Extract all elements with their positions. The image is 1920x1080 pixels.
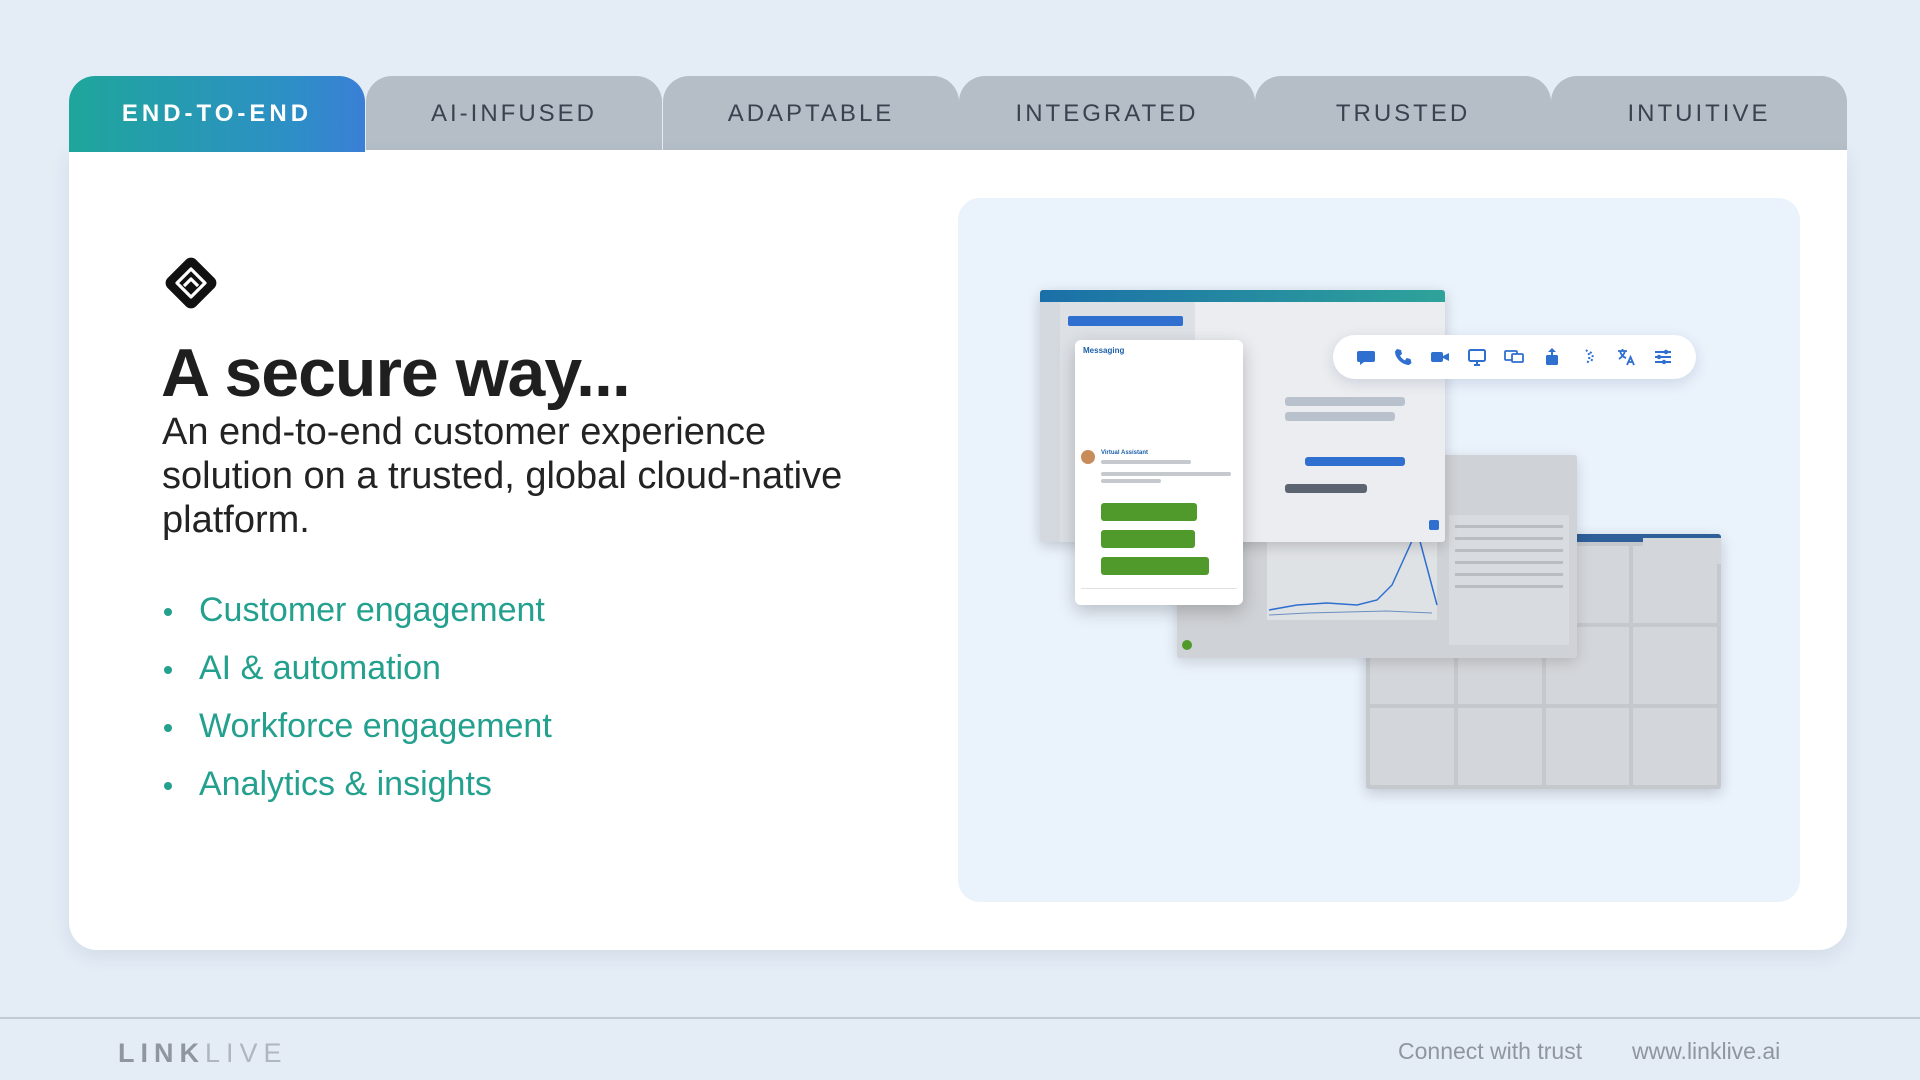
- screen-share-icon[interactable]: [1466, 346, 1488, 368]
- footer-website-link[interactable]: www.linklive.ai: [1632, 1038, 1780, 1065]
- channel-toolbar: [1333, 335, 1696, 379]
- assistant-name: Virtual Assistant: [1101, 450, 1149, 456]
- tab-intuitive[interactable]: INTUITIVE: [1551, 76, 1847, 152]
- messaging-title: Messaging: [1083, 346, 1125, 355]
- feature-item: Customer engagement: [162, 588, 552, 646]
- chat-icon[interactable]: [1355, 346, 1377, 368]
- phone-icon[interactable]: [1392, 346, 1414, 368]
- feature-item: AI & automation: [162, 646, 552, 704]
- footer-logo: LINKLIVE: [118, 1038, 288, 1068]
- tab-trusted[interactable]: TRUSTED: [1255, 76, 1551, 152]
- footer-divider: [0, 1017, 1920, 1019]
- video-icon[interactable]: [1429, 346, 1451, 368]
- tab-bar: INTUITIVE TRUSTED INTEGRATED ADAPTABLE A…: [69, 76, 1847, 152]
- feature-item: Analytics & insights: [162, 762, 552, 820]
- tab-integrated[interactable]: INTEGRATED: [959, 76, 1255, 152]
- translate-icon[interactable]: [1615, 346, 1637, 368]
- tab-ai-infused[interactable]: AI-INFUSED: [366, 76, 662, 152]
- linklive-diamond-icon: [160, 252, 222, 314]
- cobrowse-icon[interactable]: [1503, 346, 1525, 368]
- tab-adaptable[interactable]: ADAPTABLE: [663, 76, 959, 152]
- transfer-icon[interactable]: [1541, 346, 1563, 368]
- feature-item: Workforce engagement: [162, 704, 552, 762]
- assistant-avatar: [1081, 450, 1095, 464]
- signal-icon[interactable]: [1578, 346, 1600, 368]
- settings-sliders-icon[interactable]: [1652, 346, 1674, 368]
- feature-list: Customer engagement AI & automation Work…: [162, 588, 552, 820]
- page-title: A secure way...: [161, 335, 631, 411]
- page-subtitle: An end-to-end customer experience soluti…: [162, 411, 843, 541]
- footer-tagline: Connect with trust: [1398, 1038, 1583, 1064]
- messaging-widget: Messaging Virtual Assistant: [1075, 340, 1243, 605]
- tab-end-to-end[interactable]: END-TO-END: [69, 76, 365, 152]
